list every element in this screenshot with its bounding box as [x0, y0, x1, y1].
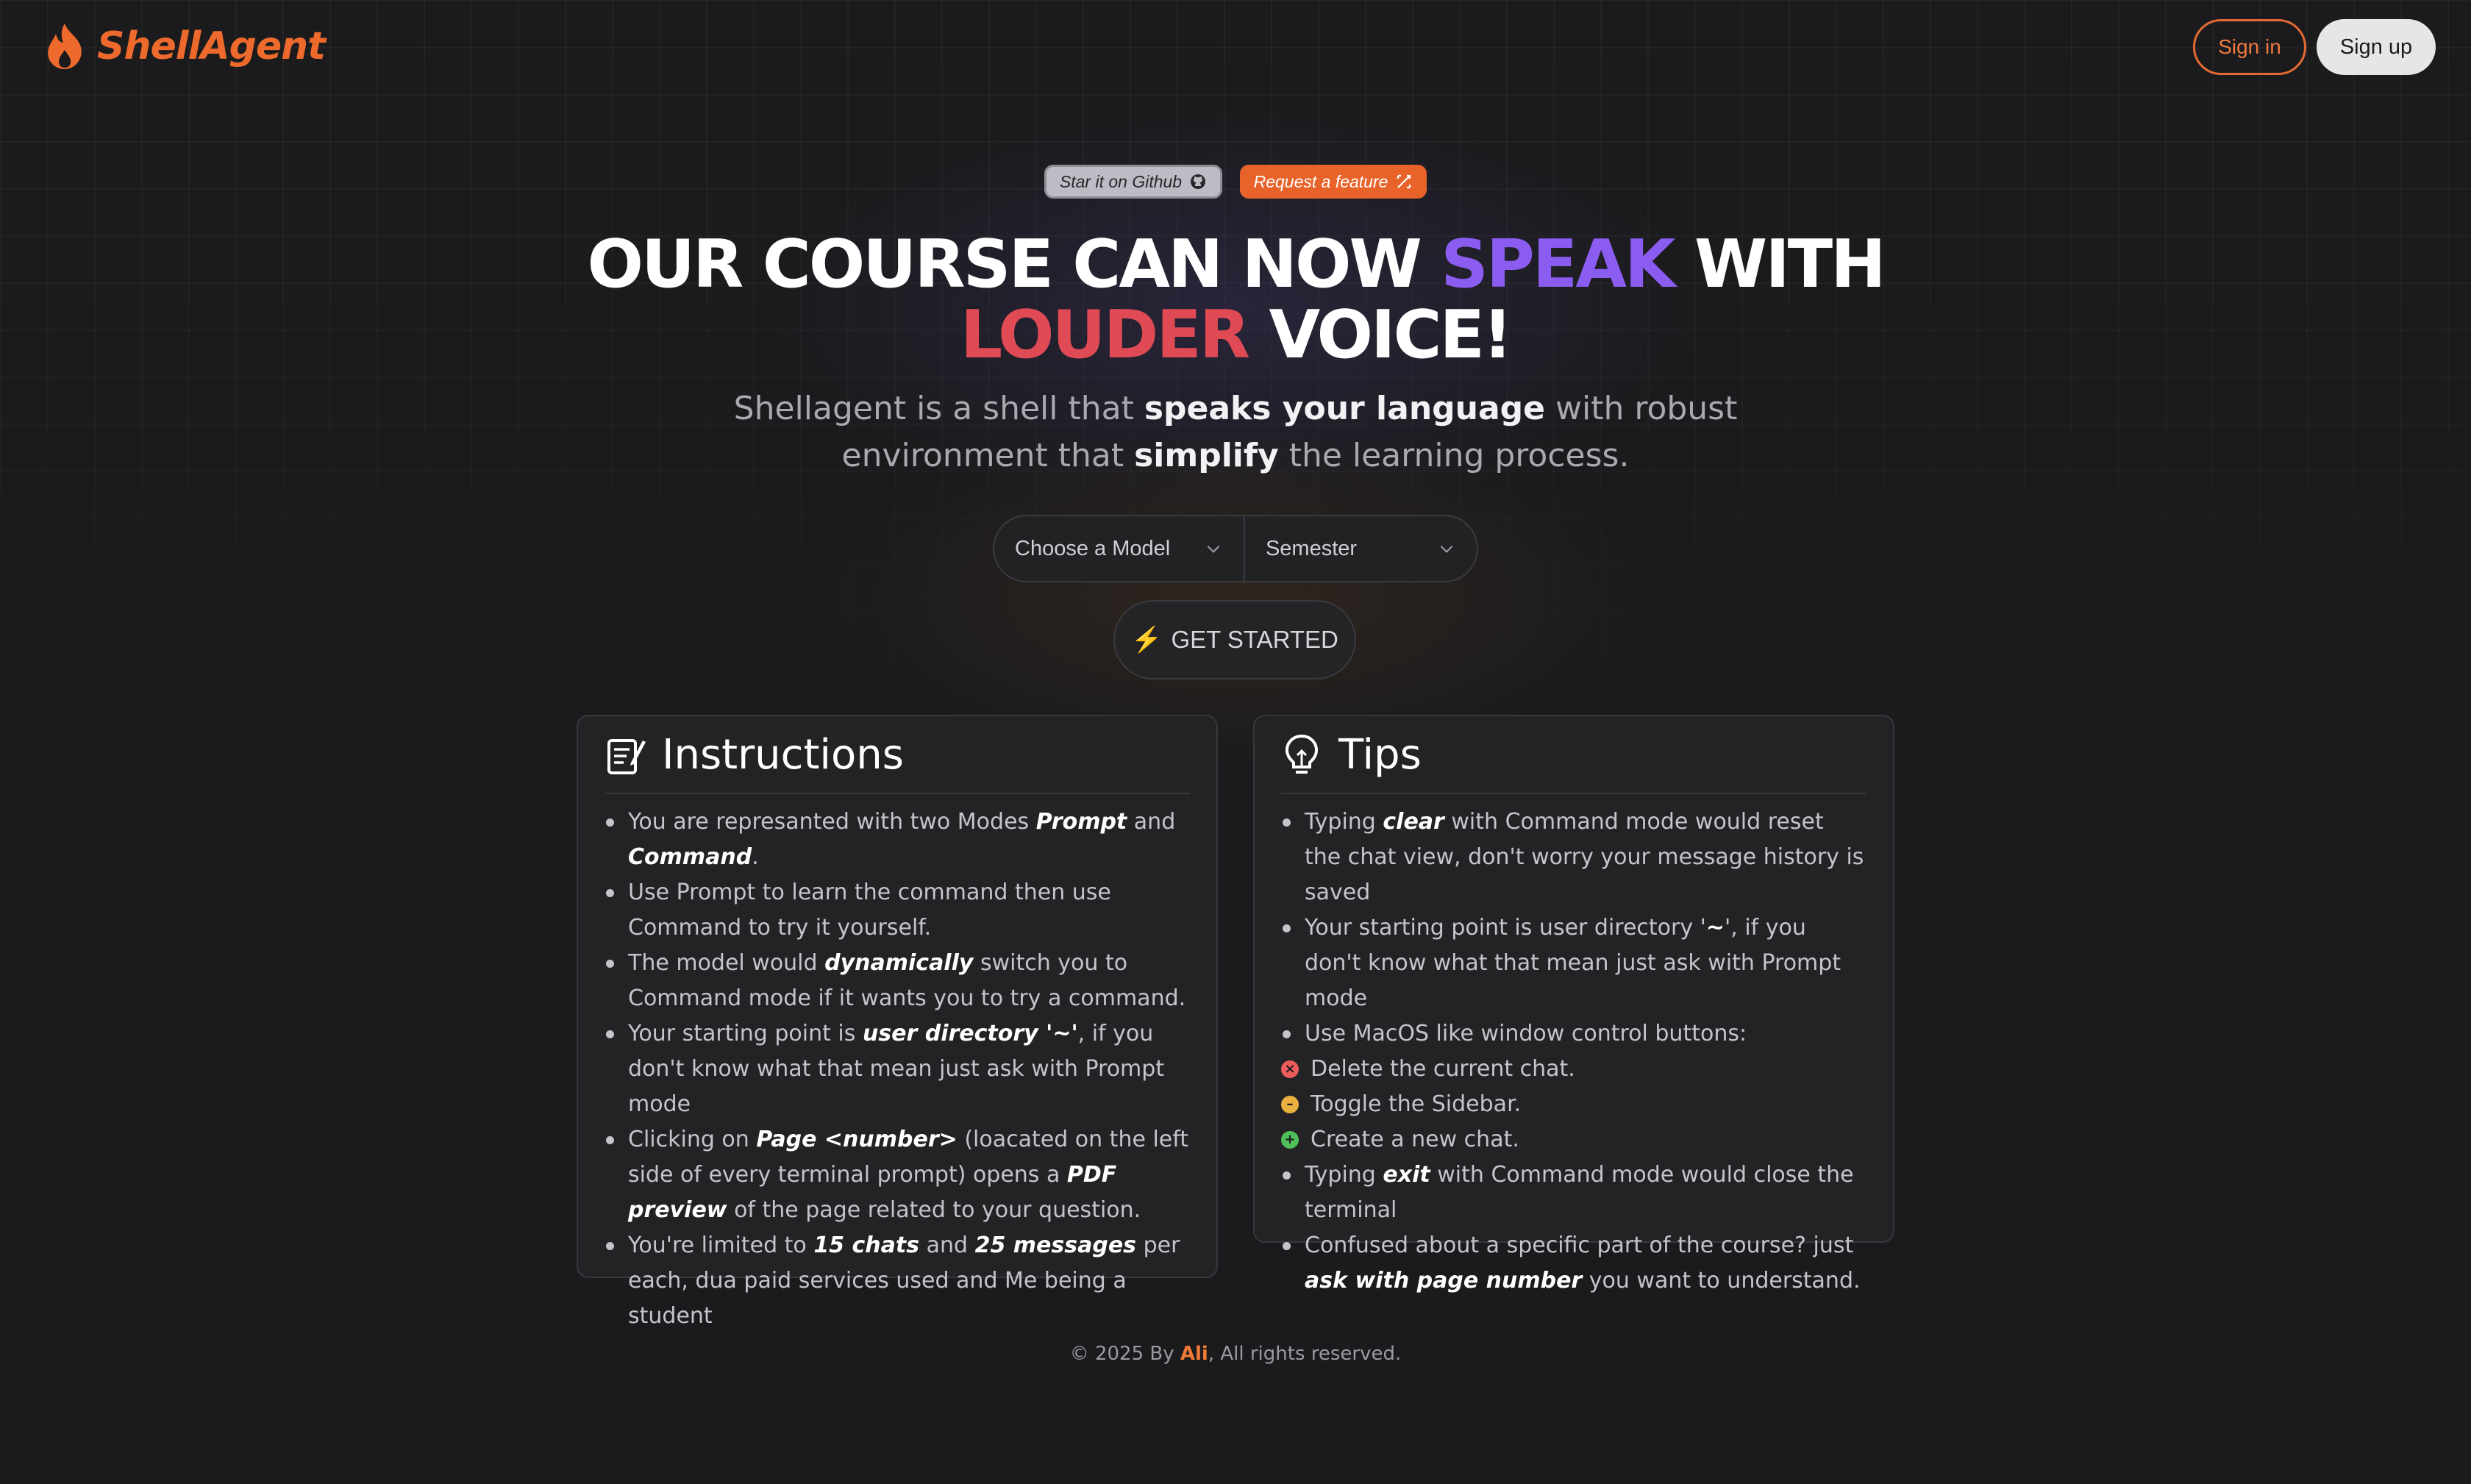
- list-item: Use MacOS like window control buttons: ×…: [1281, 1016, 1866, 1157]
- list-item: Typing clear with Command mode would res…: [1281, 805, 1866, 910]
- model-select[interactable]: Choose a Model: [994, 516, 1245, 581]
- instructions-header: Instructions: [605, 716, 1190, 794]
- plus-circle-icon: +: [1281, 1131, 1299, 1149]
- hero-louder-word: LOUDER: [960, 296, 1250, 374]
- footer-suffix: , All rights reserved.: [1208, 1343, 1402, 1365]
- hero-subtitle: Shellagent is a shell that speaks your l…: [0, 385, 2471, 479]
- semester-select[interactable]: Semester: [1245, 516, 1477, 581]
- list-item: Use Prompt to learn the command then use…: [605, 875, 1190, 946]
- sign-in-button[interactable]: Sign in: [2193, 19, 2306, 75]
- tips-header: Tips: [1281, 716, 1866, 794]
- sign-up-button[interactable]: Sign up: [2317, 19, 2436, 75]
- lightbulb-icon: [1285, 734, 1319, 774]
- selector-group: Choose a Model Semester: [993, 515, 1478, 582]
- instructions-list: You are represanted with two Modes Promp…: [605, 805, 1190, 1334]
- subtitle-text: with robust: [1545, 390, 1738, 427]
- control-new-label: Create a new chat.: [1311, 1127, 1519, 1152]
- tips-title: Tips: [1338, 730, 1422, 779]
- subtitle-text: Shellagent is a shell that: [733, 390, 1144, 427]
- control-delete-label: Delete the current chat.: [1311, 1056, 1575, 1082]
- footer-prefix: © 2025 By: [1069, 1343, 1180, 1365]
- notepad-icon: [607, 739, 646, 774]
- tips-list: Typing clear with Command mode would res…: [1281, 805, 1866, 1299]
- lightning-icon: ⚡: [1131, 626, 1163, 654]
- close-circle-icon: ×: [1281, 1060, 1299, 1078]
- subtitle-text: the learning process.: [1278, 437, 1630, 474]
- get-started-button[interactable]: ⚡ GET STARTED: [1113, 600, 1356, 679]
- github-star-button[interactable]: Star it on Github: [1044, 165, 1222, 199]
- brand-logo[interactable]: ShellAgent: [43, 21, 326, 72]
- list-item: The model would dynamically switch you t…: [605, 946, 1190, 1016]
- get-started-label: GET STARTED: [1171, 626, 1338, 653]
- hero-speak-word: SPEAK: [1441, 226, 1676, 303]
- request-feature-label: Request a feature: [1253, 171, 1388, 191]
- list-item: Your starting point is user directory '~…: [1281, 910, 1866, 1016]
- hero-text: OUR COURSE CAN NOW: [587, 226, 1441, 303]
- request-feature-button[interactable]: Request a feature: [1240, 165, 1427, 199]
- chevron-down-icon: [1207, 545, 1220, 553]
- subtitle-emphasis: simplify: [1134, 437, 1279, 474]
- list-item: Confused about a specific part of the co…: [1281, 1228, 1866, 1299]
- list-item: Your starting point is user directory '~…: [605, 1016, 1190, 1122]
- subtitle-emphasis: speaks your language: [1144, 390, 1545, 427]
- github-icon: [1191, 174, 1206, 189]
- tips-card: Tips Typing clear with Command mode woul…: [1253, 715, 1894, 1294]
- list-item: You're limited to 15 chats and 25 messag…: [605, 1228, 1190, 1334]
- instructions-card: Instructions You are represanted with tw…: [577, 715, 1218, 1329]
- control-toggle-label: Toggle the Sidebar.: [1311, 1091, 1522, 1117]
- semester-select-value: Semester: [1265, 536, 1358, 560]
- subtitle-text: environment that: [841, 437, 1135, 474]
- sparkle-icon: [1397, 174, 1411, 189]
- hero-line-1: OUR COURSE CAN NOW SPEAK WITH: [0, 229, 2471, 300]
- list-item: You are represanted with two Modes Promp…: [605, 805, 1190, 875]
- brand-name: ShellAgent: [97, 24, 326, 68]
- flame-icon: [48, 24, 82, 69]
- github-star-label: Star it on Github: [1059, 171, 1183, 191]
- hero-text: WITH: [1673, 226, 1886, 303]
- minimize-circle-icon: –: [1281, 1096, 1299, 1113]
- control-new-row: + Create a new chat.: [1281, 1122, 1866, 1157]
- hero-title: OUR COURSE CAN NOW SPEAK WITH LOUDER VOI…: [0, 229, 2471, 371]
- instructions-title: Instructions: [662, 730, 904, 779]
- chevron-down-icon: [1440, 545, 1453, 553]
- footer: © 2025 By Ali, All rights reserved.: [0, 1343, 2471, 1365]
- control-toggle-row: – Toggle the Sidebar.: [1281, 1087, 1866, 1122]
- control-delete-row: × Delete the current chat.: [1281, 1052, 1866, 1087]
- list-item: Clicking on Page <number> (loacated on t…: [605, 1122, 1190, 1228]
- list-item: Typing exit with Command mode would clos…: [1281, 1157, 1866, 1228]
- hero-text: VOICE!: [1248, 296, 1513, 374]
- model-select-value: Choose a Model: [1015, 536, 1171, 560]
- footer-author-link[interactable]: Ali: [1180, 1343, 1208, 1365]
- hero-line-2: LOUDER VOICE!: [0, 300, 2471, 371]
